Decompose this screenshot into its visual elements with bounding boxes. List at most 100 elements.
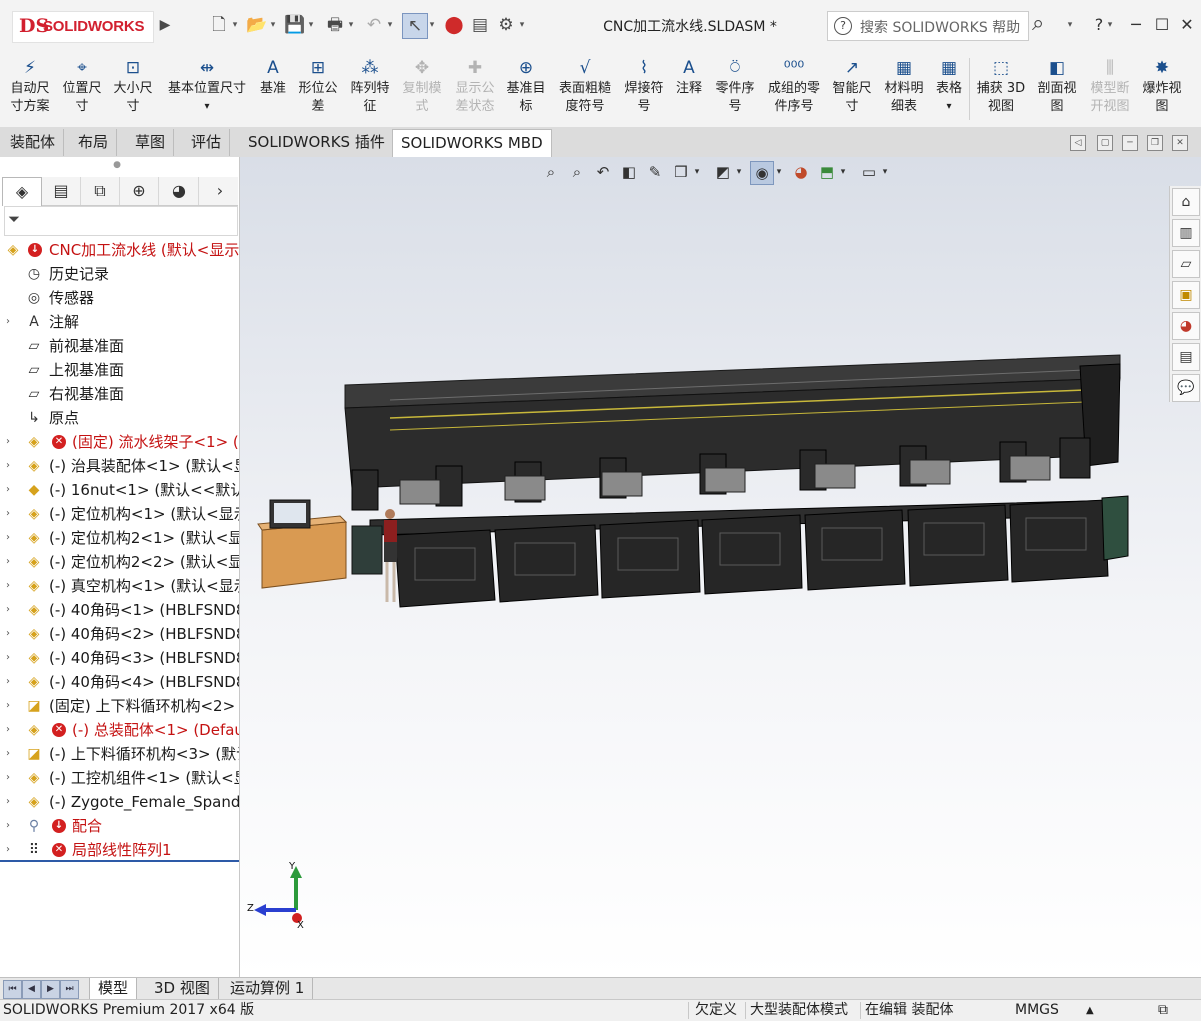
maximize-icon[interactable]: ☐ [1150, 13, 1174, 37]
panel-tabs-more-icon[interactable]: › [210, 177, 230, 205]
tree-item-component[interactable]: › ◈ (-) 工控机组件<1> (默认<显 [0, 766, 239, 790]
tab-model[interactable]: 模型 [89, 978, 138, 1000]
options-dropdown-icon[interactable]: ▾ [518, 13, 526, 37]
view-palette-icon[interactable]: ▣ [1172, 281, 1200, 309]
appearances-scenes-icon[interactable]: ◕ [1172, 312, 1200, 340]
expand-arrow-icon[interactable]: › [6, 314, 16, 330]
cmd-pattern-feature[interactable]: ⁂ 阵列特 征 [345, 54, 395, 124]
cmd-datum[interactable]: A 基准 [255, 54, 291, 124]
prev-tab-icon[interactable]: ◀ [22, 980, 41, 999]
rebuild-traffic-light-icon[interactable]: ⬤ [442, 13, 466, 37]
undo-icon[interactable]: ↶ [362, 13, 386, 37]
open-dropdown-icon[interactable]: ▾ [269, 13, 277, 37]
tree-item-mates[interactable]: › ⚲ ↓ 配合 [0, 814, 239, 838]
open-file-icon[interactable]: 📂 [245, 13, 269, 37]
cmd-tolerance-status[interactable]: ✚ 显示公 差状态 [449, 54, 501, 124]
viewport-prev-icon[interactable]: ◁ [1070, 135, 1086, 151]
tree-item-right-plane[interactable]: ▱ 右视基准面 [0, 382, 239, 406]
cmd-surface-finish[interactable]: √ 表面粗糙 度符号 [552, 54, 618, 124]
expand-arrow-icon[interactable]: › [6, 554, 16, 570]
expand-arrow-icon[interactable]: › [6, 578, 16, 594]
expand-arrow-icon[interactable]: › [6, 794, 16, 810]
previous-view-icon[interactable]: ↶ [592, 161, 614, 183]
zoom-to-fit-icon[interactable]: ⌕ [540, 161, 562, 183]
reference-triad[interactable] [248, 860, 318, 934]
apply-scene-dropdown-icon[interactable]: ▾ [838, 161, 848, 183]
cmd-exploded-view[interactable]: ✸ 爆炸视 图 [1137, 54, 1187, 124]
zoom-to-area-icon[interactable]: ⌕ [566, 161, 588, 183]
cmd-auto-dimension[interactable]: ⚡ 自动尺 寸方案 [4, 54, 56, 124]
select-pointer-icon[interactable]: ↖ [402, 13, 428, 39]
cmd-bom[interactable]: ▦ 材料明 细表 [878, 54, 930, 124]
cnc-production-line-model[interactable] [240, 330, 1160, 630]
tree-item-origin[interactable]: ↳ 原点 [0, 406, 239, 430]
menu-expand-icon[interactable]: ▶ [158, 13, 172, 37]
display-manager-tab-icon[interactable]: ◕ [160, 177, 199, 205]
tree-item-component[interactable]: › ◈ (-) 定位机构2<1> (默认<显 [0, 526, 239, 550]
expand-arrow-icon[interactable]: › [6, 458, 16, 474]
units-dropdown-icon[interactable]: ▲ [1086, 1001, 1094, 1020]
tab-motion-study[interactable]: 运动算例 1 [222, 978, 314, 999]
file-properties-icon[interactable]: ▤ [468, 13, 492, 37]
property-manager-tab-icon[interactable]: ▤ [42, 177, 81, 205]
tree-item-sensors[interactable]: ◎ 传感器 [0, 286, 239, 310]
expand-arrow-icon[interactable]: › [6, 842, 16, 858]
feature-manager-tab-icon[interactable]: ◈ [2, 177, 42, 206]
hide-show-dropdown-icon[interactable]: ▾ [774, 161, 784, 183]
tab-assembly[interactable]: 装配体 [2, 129, 65, 156]
help-dropdown-icon[interactable]: ▾ [1106, 13, 1114, 37]
save-icon[interactable]: 💾 [283, 13, 307, 37]
display-style-dropdown-icon[interactable]: ▾ [734, 161, 744, 183]
help-search-input[interactable]: ? 搜索 SOLIDWORKS 帮助 [827, 11, 1029, 41]
cmd-note[interactable]: A 注释 [670, 54, 708, 124]
viewport-close-icon[interactable]: ✕ [1172, 135, 1188, 151]
expand-arrow-icon[interactable]: › [6, 602, 16, 618]
expand-arrow-icon[interactable]: › [6, 698, 16, 714]
expand-arrow-icon[interactable]: › [6, 530, 16, 546]
print-dropdown-icon[interactable]: ▾ [347, 13, 355, 37]
display-style-icon[interactable]: ◩ [712, 161, 734, 183]
configuration-manager-tab-icon[interactable]: ⧉ [81, 177, 120, 205]
help-search-scope-icon[interactable]: ? [834, 17, 852, 35]
tree-item-component[interactable]: › ◪ (-) 上下料循环机构<3> (默认 [0, 742, 239, 766]
tab-evaluate[interactable]: 评估 [183, 129, 231, 156]
dynamic-annotation-icon[interactable]: ✎ [644, 161, 666, 183]
cmd-datum-target[interactable]: ⊕ 基准目 标 [503, 54, 549, 124]
next-tab-icon[interactable]: ▶ [41, 980, 60, 999]
section-view-hud-icon[interactable]: ◧ [618, 161, 640, 183]
cmd-section-view[interactable]: ◧ 剖面视 图 [1031, 54, 1083, 124]
edit-appearance-icon[interactable]: ◕ [790, 161, 812, 183]
viewport-tile-icon[interactable]: ▢ [1097, 135, 1113, 151]
new-document-icon[interactable]: 🗋 [207, 13, 231, 37]
cmd-table[interactable]: ▦ 表格 ▾ [932, 54, 966, 124]
tree-filter-input[interactable]: ⏷ [4, 206, 238, 236]
dimxpert-manager-tab-icon[interactable]: ⊕ [120, 177, 159, 205]
options-gear-icon[interactable]: ⚙ [494, 13, 518, 37]
tree-item-front-plane[interactable]: ▱ 前视基准面 [0, 334, 239, 358]
expand-arrow-icon[interactable]: › [6, 674, 16, 690]
file-explorer-icon[interactable]: ▱ [1172, 250, 1200, 278]
cmd-basic-location-dimension[interactable]: ⇹ 基本位置尺寸 ▾ [160, 54, 254, 124]
select-dropdown-icon[interactable]: ▾ [428, 13, 436, 37]
cmd-balloon[interactable]: ⍥ 零件序 号 [710, 54, 760, 124]
panel-split-grip-icon[interactable]: ● [113, 161, 121, 170]
tree-item-component[interactable]: › ◈ (-) Zygote_Female_Spande [0, 790, 239, 814]
cmd-weld-symbol[interactable]: ⌇ 焊接符 号 [620, 54, 668, 124]
rollback-bar[interactable] [0, 860, 239, 862]
apply-scene-icon[interactable]: ⬒ [816, 161, 838, 183]
expand-arrow-icon[interactable]: › [6, 482, 16, 498]
tab-addins[interactable]: SOLIDWORKS 插件 [240, 129, 394, 156]
expand-arrow-icon[interactable]: › [6, 722, 16, 738]
cmd-smart-dimension[interactable]: ↗ 智能尺 寸 [828, 54, 876, 124]
view-orientation-icon[interactable]: ❒ [670, 161, 692, 183]
tree-item-component[interactable]: › ◈ (-) 40角码<2> (HBLFSND8 [0, 622, 239, 646]
tree-item-component[interactable]: › ◈ (-) 40角码<4> (HBLFSND8 [0, 670, 239, 694]
tab-3d-views[interactable]: 3D 视图 [146, 978, 219, 999]
cmd-size-dimension[interactable]: ⊡ 大小尺 寸 [108, 54, 158, 124]
expand-arrow-icon[interactable]: › [6, 650, 16, 666]
tree-item-component[interactable]: › ◈ (-) 真空机构<1> (默认<显示 [0, 574, 239, 598]
tab-layout[interactable]: 布局 [70, 129, 118, 156]
custom-properties-icon[interactable]: ▤ [1172, 343, 1200, 371]
expand-arrow-icon[interactable]: › [6, 770, 16, 786]
new-dropdown-icon[interactable]: ▾ [231, 13, 239, 37]
